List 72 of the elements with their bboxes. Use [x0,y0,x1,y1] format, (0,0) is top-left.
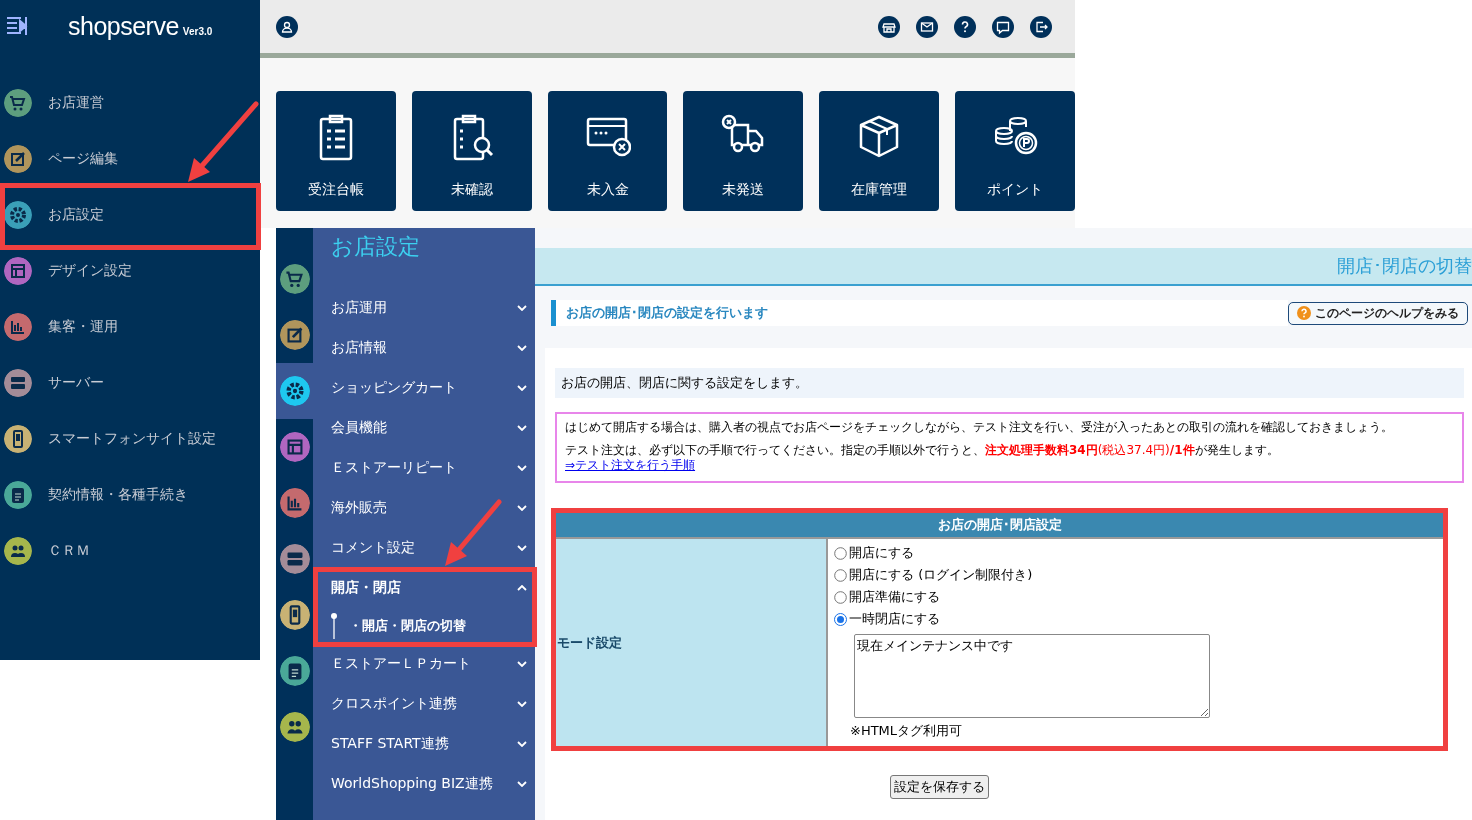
radio-label[interactable]: 開店にする [849,544,914,562]
chevron-icon [517,701,527,707]
user-icon[interactable] [276,15,298,38]
section-heading: お店の開店･閉店の設定を行います [551,300,1288,326]
submenu-item[interactable]: WorldShopping BIZ連携 [313,764,535,804]
chevron-icon [517,585,527,591]
note-text: ※HTMLタグ利用可 [850,722,963,740]
help-icon [1297,306,1311,320]
annotation-arrow [445,499,502,566]
submenu-item[interactable]: Ｅストアーリピート [313,448,535,488]
shortcut-tile[interactable]: ポイント [955,91,1075,211]
radio-button[interactable] [834,546,847,560]
radio-button[interactable] [834,568,847,582]
submenu-item[interactable]: お店情報 [313,328,535,368]
sidebar-item[interactable]: スマートフォンサイト設定 [0,411,260,467]
chevron-icon [517,661,527,667]
store-icon[interactable] [878,15,900,38]
chevron-icon [517,305,527,311]
chevron-icon [517,465,527,471]
chat-icon[interactable] [992,15,1014,38]
page-title: 開店･閉店の切替 [1337,254,1472,278]
sidebar-item[interactable]: 集客・運用 [0,299,260,355]
message-field[interactable]: 現在メインテナンス中です [854,634,1210,718]
submenu-title: お店設定 [330,233,421,261]
warning-text: テスト注文は、必ず以下の手順で行ってください。指定の手順以外で行うと、注文処理手数料34円(税込37.4円)/1件が発生します。 ⇒テスト注文を行う手順 [565,443,1280,473]
chevron-icon [517,545,527,551]
sidebar-item[interactable]: サーバー [0,355,260,411]
help-icon[interactable] [954,15,976,38]
submenu-item[interactable]: ＥストアーＬＰカート [313,644,535,684]
notice-text: はじめて開店する場合は、購入者の視点でお店ページをチェックしながら、テスト注文を行い、受注が入ったあとの取引の流れを確認しておきましょう。 [565,420,1394,435]
radio-label[interactable]: 一時閉店にする [849,610,940,628]
chevron-icon [517,781,527,787]
sidebar-item[interactable]: 契約情報・各種手続き [0,467,260,523]
sidebar-item[interactable]: お店運営 [0,75,260,131]
row-label: モード設定 [556,538,827,746]
submenu-item[interactable]: お店運用 [313,288,535,328]
submenu-item[interactable]: 会員機能 [313,408,535,448]
submenu-item[interactable]: コメント設定 [313,528,535,568]
chevron-icon [517,505,527,511]
procedure-link[interactable]: ⇒テスト注文を行う手順 [565,458,696,472]
shortcut-tile[interactable]: 受注台帳 [276,91,396,211]
help-button[interactable]: このページのヘルプをみる [1288,301,1468,325]
shortcut-tile[interactable]: 未入金 [547,91,668,211]
submenu-item[interactable]: ショッピングカート [313,368,535,408]
radio-button[interactable] [834,612,847,626]
radio-button[interactable] [834,590,847,604]
sidebar-item[interactable]: お店設定 [0,187,260,243]
pin-icon [331,613,337,639]
radio-label[interactable]: 開店準備にする [849,588,940,606]
description-text: お店の開店、閉店に関する設定をします。 [555,368,1464,398]
submenu-item[interactable]: クロスポイント連携 [313,684,535,724]
submenu-subitem[interactable]: ・開店・閉店の切替 [349,617,466,635]
sidebar-item[interactable]: ＣＲＭ [0,523,260,579]
submenu-item[interactable]: 開店・閉店 [313,568,535,608]
chevron-icon [517,385,527,391]
radio-label[interactable]: 開店にする (ログイン制限付き) [849,566,1033,584]
table-header: お店の開店･閉店設定 [556,513,1443,538]
chevron-icon [517,741,527,747]
submenu-item[interactable]: 海外販売 [313,488,535,528]
logout-icon[interactable] [1030,15,1052,38]
logo[interactable]: shopserve Ver3.0 [68,11,213,41]
save-button[interactable]: 設定を保存する [890,775,989,799]
chevron-icon [517,345,527,351]
submenu-item[interactable]: STAFF START連携 [313,724,535,764]
sidebar-item[interactable]: ページ編集 [0,131,260,187]
shortcut-tile[interactable]: 未発送 [683,91,804,211]
mail-icon[interactable] [916,15,938,38]
chevron-icon [517,425,527,431]
menu-icon[interactable] [6,16,28,36]
shortcut-tile[interactable]: 未確認 [411,91,532,211]
shortcut-tile[interactable]: 在庫管理 [819,91,940,211]
sidebar-item[interactable]: デザイン設定 [0,243,260,299]
